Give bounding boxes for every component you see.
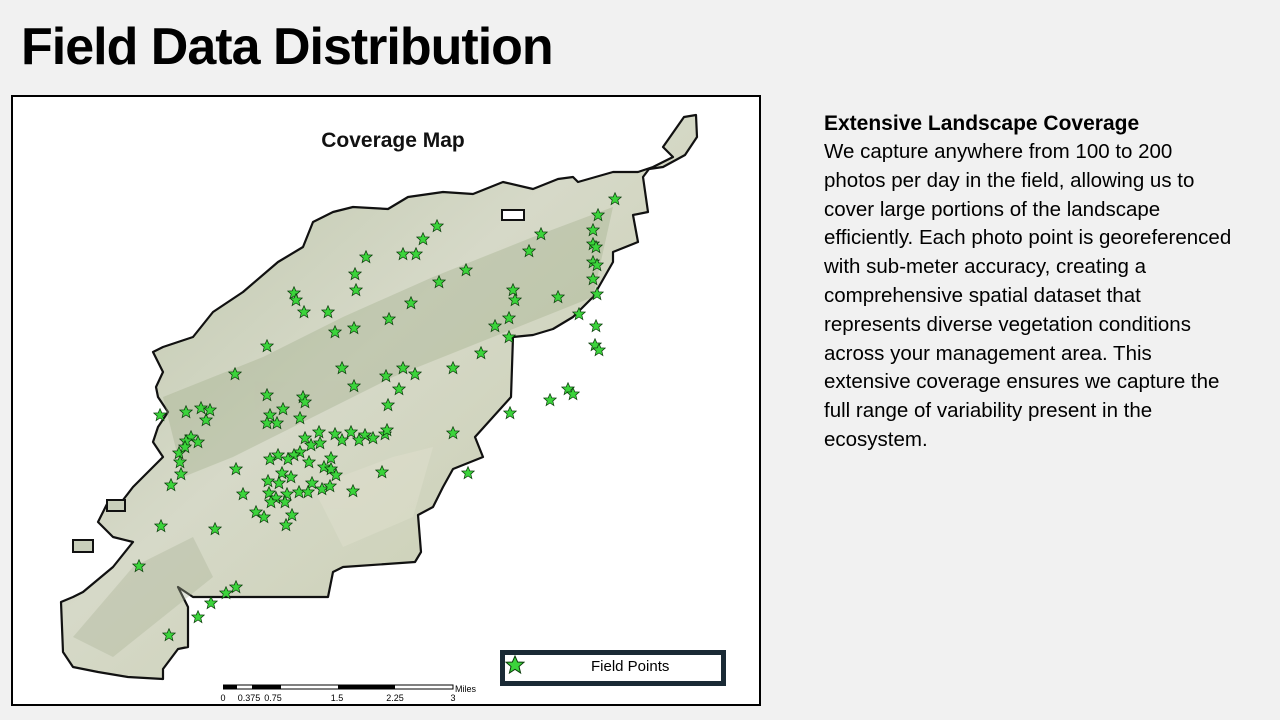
panel-heading: Extensive Landscape Coverage	[824, 112, 1140, 135]
parcel-fragment	[72, 539, 94, 553]
scale-tick: 1.5	[330, 693, 344, 703]
map-canvas	[59, 113, 699, 681]
panel-body-text: We capture anywhere from 100 to 200 phot…	[824, 140, 1232, 451]
legend-label: Field Points	[591, 658, 670, 675]
description-panel: Extensive Landscape Coverage We capture …	[824, 109, 1234, 455]
map-title: Coverage Map	[321, 129, 465, 152]
field-point-marker	[461, 466, 475, 479]
scale-tick: 2.25	[386, 693, 404, 703]
field-point-marker	[503, 406, 517, 419]
map-legend: Field Points	[500, 650, 726, 686]
scale-unit-label: Miles	[455, 684, 477, 694]
page-title: Field Data Distribution	[21, 18, 554, 76]
field-point-marker	[191, 610, 205, 623]
parcel-fragment	[501, 209, 525, 221]
scale-bar: 0 0.375 0.75 1.5 2.25 3 Miles	[218, 683, 518, 704]
star-icon	[505, 655, 525, 675]
scale-tick: 0.75	[264, 693, 282, 703]
field-point-marker	[204, 596, 218, 609]
field-point-marker	[543, 393, 557, 406]
field-point-marker	[589, 319, 603, 332]
scale-tick: 3	[450, 693, 456, 703]
scale-tick: 0	[220, 693, 226, 703]
coverage-map: Coverage Map Field Points 0 0.375 0.75 1…	[11, 95, 761, 706]
scale-bar-graphic	[223, 684, 454, 690]
scale-tick: 0.375	[237, 693, 261, 703]
parcel-fragment	[106, 499, 126, 512]
